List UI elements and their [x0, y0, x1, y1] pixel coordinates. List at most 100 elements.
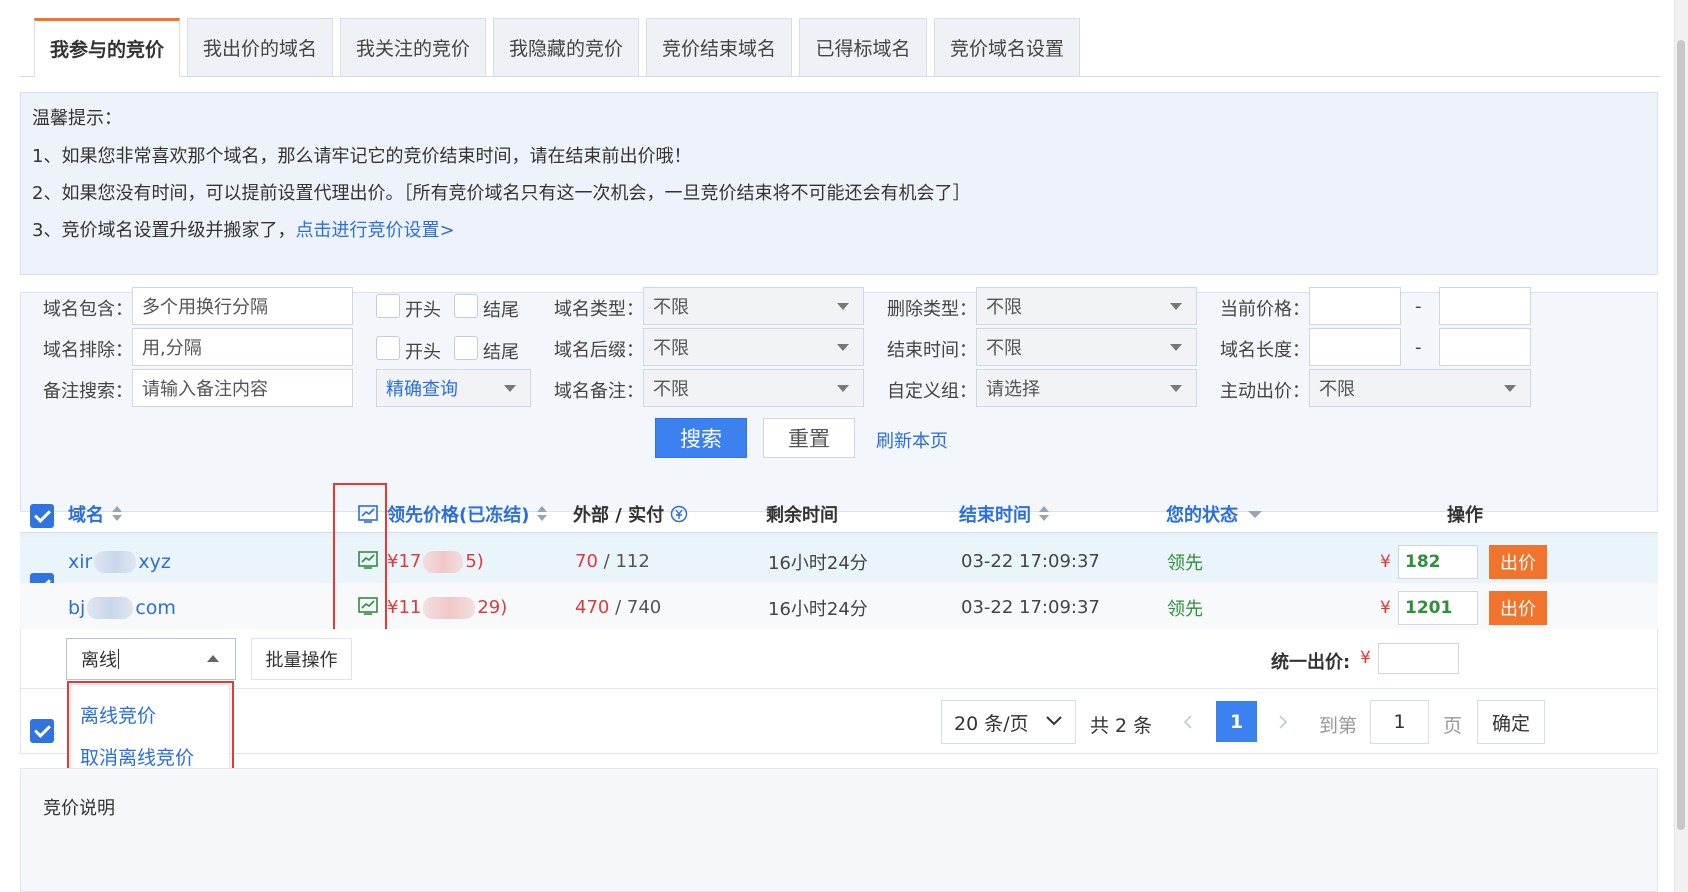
tip-line-1: 1、如果您非常喜欢那个域名，那么请牢记它的竞价结束时间，请在结束前出价哦！ [32, 146, 692, 167]
actual-price: 112 [615, 551, 650, 572]
note-search-input[interactable]: 请输入备注内容 [132, 369, 353, 407]
col-end-time-header[interactable]: 结束时间 [959, 490, 1049, 538]
bid-amount-input[interactable]: 1201 [1398, 591, 1478, 625]
masked-text [423, 596, 476, 619]
domain-contains-input[interactable]: 多个用换行分隔 [132, 287, 353, 325]
chevron-down-icon [1170, 344, 1182, 351]
external-price: 470 [575, 597, 610, 618]
page-size-value: 20 条/页 [954, 712, 1029, 735]
batch-operation-button[interactable]: 批量操作 [251, 638, 352, 680]
domain-length-max-input[interactable] [1439, 328, 1531, 366]
domain-end: xyz [138, 550, 171, 573]
domain-suffix-label: 域名后缀： [554, 340, 644, 361]
col-external-actual-label: 外部 / 实付 [573, 505, 665, 526]
custom-group-select[interactable]: 请选择 [976, 369, 1197, 407]
unified-bid-input[interactable] [1378, 643, 1459, 674]
bid-amount-input[interactable]: 182 [1398, 545, 1478, 579]
row-domain-link[interactable]: xir xyz [68, 537, 171, 586]
batch-action-select[interactable]: 离线 [66, 638, 236, 680]
tab-my-hidden-bids[interactable]: 我隐藏的竞价 [493, 18, 639, 77]
domain-suffix-select[interactable]: 不限 [643, 328, 864, 366]
chevron-down-icon [1170, 385, 1182, 392]
contains-start-checkbox[interactable] [376, 294, 400, 318]
sort-icon [537, 506, 548, 522]
chevron-down-icon [504, 385, 516, 392]
col-end-time-label: 结束时间 [959, 505, 1031, 526]
chevron-left-icon [1183, 715, 1192, 729]
price-sep: / [615, 597, 622, 618]
exclude-start-checkbox[interactable] [376, 336, 400, 360]
chevron-down-icon [1248, 510, 1262, 518]
search-button[interactable]: 搜索 [655, 418, 747, 458]
tab-my-watched-bids[interactable]: 我关注的竞价 [340, 18, 486, 77]
tab-bid-domain-settings[interactable]: 竞价域名设置 [934, 18, 1080, 77]
bid-settings-link[interactable]: 点击进行竞价设置> [295, 220, 454, 241]
col-status-header[interactable]: 您的状态 [1166, 490, 1262, 538]
row-domain-link[interactable]: bj com [68, 583, 176, 632]
col-action-header: 操作 [1447, 505, 1483, 526]
prev-page-button[interactable] [1167, 700, 1209, 744]
select-all-checkbox[interactable] [30, 504, 54, 528]
contains-end-label: 结尾 [483, 300, 519, 321]
delete-type-value: 不限 [986, 297, 1022, 318]
tab-my-bid-domains[interactable]: 我出价的域名 [187, 18, 333, 77]
batch-select-checkbox[interactable] [30, 719, 54, 743]
col-status-label: 您的状态 [1166, 505, 1238, 526]
domain-length-min-input[interactable] [1309, 328, 1401, 366]
end-time: 03-22 17:09:37 [961, 597, 1100, 618]
total-count: 共 2 条 [1090, 715, 1153, 737]
page-size-select[interactable]: 20 条/页 [941, 700, 1076, 744]
col-external-actual-header: 外部 / 实付 [573, 490, 688, 538]
scrollbar-thumb[interactable] [1677, 40, 1685, 830]
domain-type-select[interactable]: 不限 [643, 287, 864, 325]
current-price-max-input[interactable] [1439, 287, 1531, 325]
remaining-time: 16小时24分 [768, 552, 868, 574]
exclude-end-label: 结尾 [483, 342, 519, 363]
domain-exclude-input[interactable]: 用,分隔 [132, 328, 353, 366]
domain-contains-label: 域名包含： [43, 299, 133, 320]
goto-confirm-button[interactable]: 确定 [1477, 700, 1545, 744]
yen-symbol: ¥ [1380, 551, 1391, 572]
col-domain-header[interactable]: 域名 [68, 490, 122, 538]
current-price-min-input[interactable] [1309, 287, 1401, 325]
active-bid-value: 不限 [1319, 379, 1355, 400]
end-time: 03-22 17:09:37 [961, 551, 1100, 572]
next-page-button[interactable] [1262, 700, 1304, 744]
contains-end-checkbox[interactable] [454, 294, 478, 318]
currency-refresh-icon[interactable] [670, 505, 688, 523]
price-range-sep: - [1415, 296, 1422, 317]
goto-page-input[interactable]: 1 [1370, 700, 1429, 744]
domain-end: com [135, 596, 176, 619]
status-badge: 领先 [1167, 598, 1203, 620]
price-sep: / [603, 551, 610, 572]
tip-line-3-text: 3、竞价域名设置升级并搬家了， [32, 220, 296, 241]
exclude-end-checkbox[interactable] [454, 336, 478, 360]
tab-ended-bid-domains[interactable]: 竞价结束域名 [646, 18, 792, 77]
tip-line-3: 3、竞价域名设置升级并搬家了，点击进行竞价设置> [32, 216, 455, 242]
col-domain-label: 域名 [68, 505, 104, 526]
col-leading-price-label: 领先价格(已冻结) [387, 505, 530, 526]
domain-type-label: 域名类型： [554, 299, 644, 320]
chevron-down-icon [1504, 385, 1516, 392]
match-mode-value: 精确查询 [386, 379, 458, 400]
domain-note-select[interactable]: 不限 [643, 369, 864, 407]
bid-button[interactable]: 出价 [1489, 591, 1547, 625]
chevron-down-icon [837, 303, 849, 310]
chevron-right-icon [1279, 715, 1288, 729]
reset-button[interactable]: 重置 [763, 418, 855, 458]
text-cursor [118, 649, 119, 669]
delete-type-select[interactable]: 不限 [976, 287, 1197, 325]
chevron-down-icon [1046, 716, 1062, 726]
active-bid-select[interactable]: 不限 [1309, 369, 1531, 407]
page-button-current[interactable]: 1 [1216, 701, 1257, 742]
remaining-time: 16小时24分 [768, 598, 868, 620]
refresh-page-link[interactable]: 刷新本页 [876, 427, 948, 453]
tab-my-participated-bids[interactable]: 我参与的竞价 [34, 18, 180, 77]
end-time-select[interactable]: 不限 [976, 328, 1197, 366]
chevron-down-icon [837, 385, 849, 392]
tab-won-domains[interactable]: 已得标域名 [799, 18, 927, 77]
sort-icon [112, 506, 122, 522]
bid-button[interactable]: 出价 [1489, 545, 1547, 579]
col-leading-price-header[interactable]: 领先价格(已冻结) [387, 490, 548, 538]
match-mode-select[interactable]: 精确查询 [376, 369, 531, 407]
